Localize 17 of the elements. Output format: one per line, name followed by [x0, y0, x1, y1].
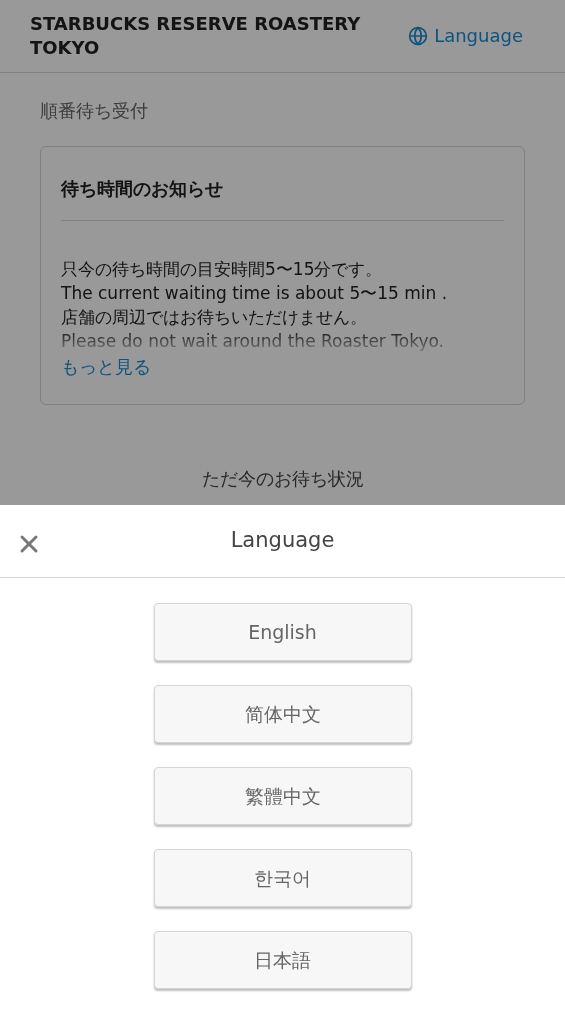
store-title: STARBUCKS RESERVE ROASTERY TOKYO [30, 12, 362, 60]
notice-text: 店舗の周辺ではお待ちいただけません。 [61, 306, 368, 329]
language-option[interactable]: 繁體中文 [153, 767, 412, 825]
language-option[interactable]: 简体中文 [153, 685, 412, 743]
language-option[interactable]: English [153, 603, 412, 661]
language-option[interactable]: 日本語 [153, 931, 412, 989]
status-heading: ただ今のお待ち状況 [200, 467, 365, 491]
language-link[interactable]: Language [408, 22, 523, 49]
notice-text: The current waiting time is about 5〜15 min . [61, 282, 449, 305]
notice-title: 待ち時間のお知らせ [61, 175, 504, 221]
globe-icon [408, 25, 429, 46]
notice-text: 只今の待ち時間の目安時間5〜15分です。 [61, 258, 384, 281]
more-link[interactable]: もっと見る [61, 353, 151, 380]
sheet-title: Language [230, 527, 335, 555]
page-heading: 順番待ち受付 [39, 99, 149, 123]
language-option[interactable]: 한국어 [153, 849, 412, 907]
notice-text: Please do not wait around the Roaster Tokyo. [61, 330, 445, 353]
